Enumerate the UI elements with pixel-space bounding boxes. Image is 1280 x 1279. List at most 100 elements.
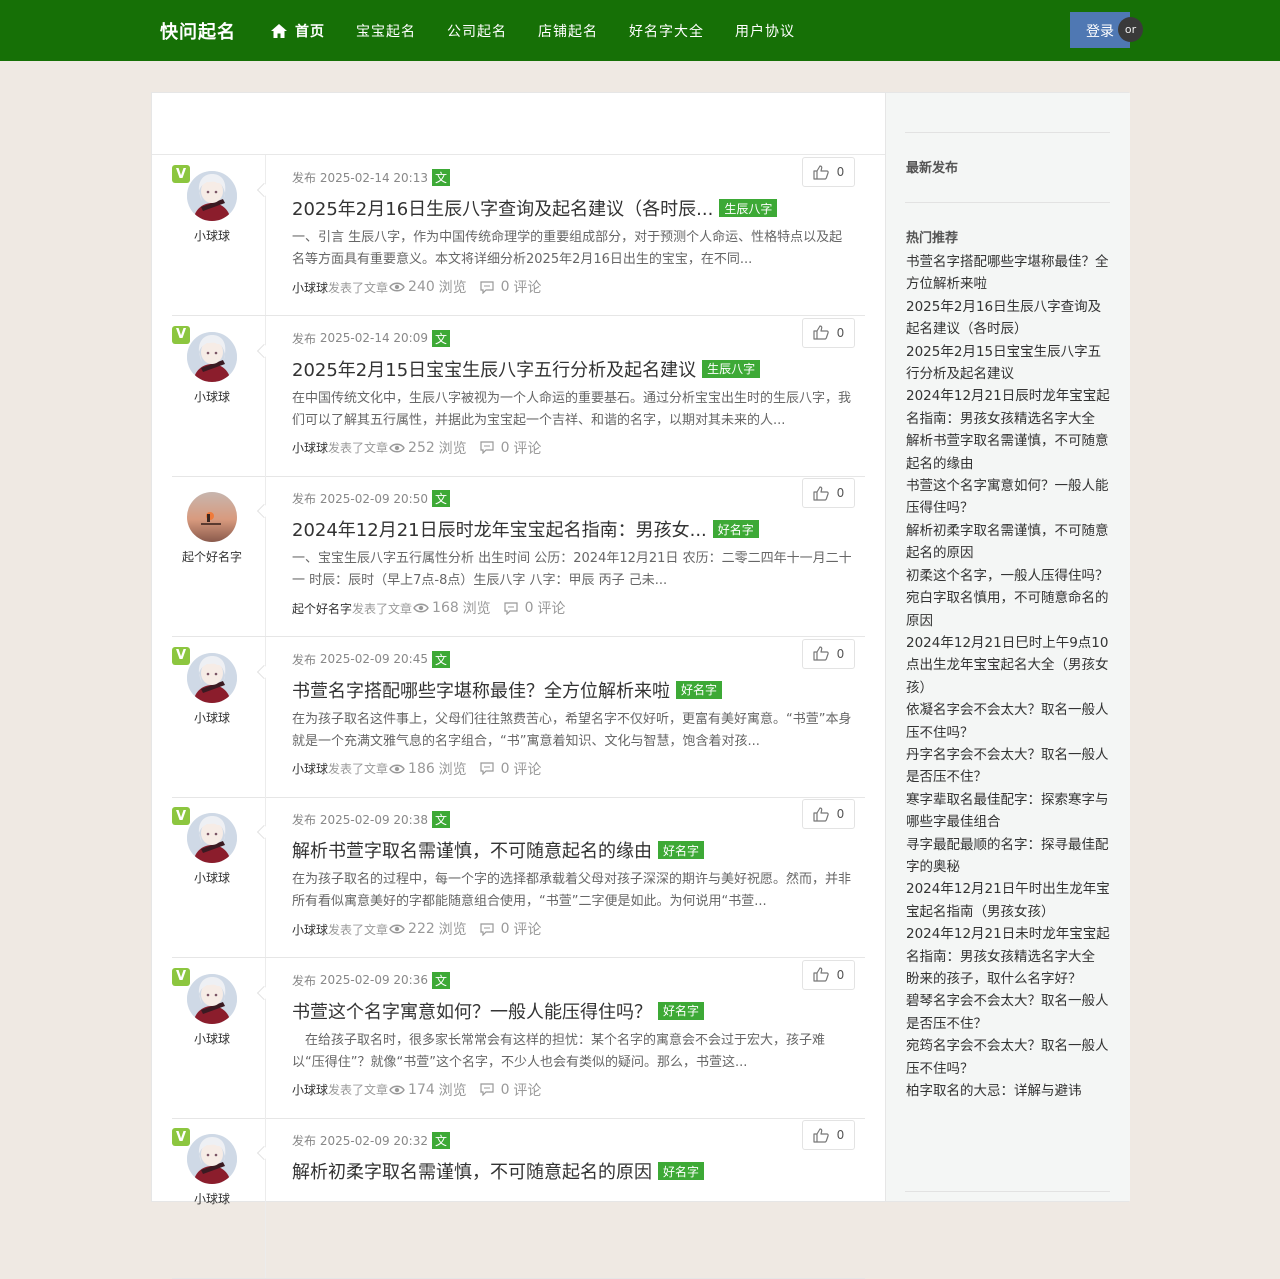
hot-item[interactable]: 宛白字取名慎用，不可随意命名的原因 xyxy=(906,587,1112,632)
post-title[interactable]: 解析书萱字取名需谨慎，不可随意起名的缘由 好名字 xyxy=(292,837,705,863)
published-label: 发表了文章 xyxy=(328,762,389,776)
footer-author[interactable]: 小球球 xyxy=(292,439,328,456)
author-name[interactable]: 小球球 xyxy=(172,869,252,886)
comment-count: 0 xyxy=(500,439,510,456)
avatar[interactable] xyxy=(187,813,237,863)
post-excerpt: 在中国传统文化中，生辰八字被视为一个人命运的重要基石。通过分析宝宝出生时的生辰八… xyxy=(292,390,852,428)
hot-item[interactable]: 2024年12月21日辰时龙年宝宝起名指南：男孩女孩精选名字大全 xyxy=(906,385,1112,430)
hot-item[interactable]: 解析书萱字取名需谨慎，不可随意起名的缘由 xyxy=(906,430,1112,475)
author-name[interactable]: 小球球 xyxy=(172,1190,252,1207)
category-tag[interactable]: 好名字 xyxy=(658,841,705,859)
timeline-arrow xyxy=(256,343,272,358)
site-logo[interactable]: 快问起名 xyxy=(160,18,236,44)
avatar[interactable] xyxy=(187,652,237,703)
nav-shop-naming[interactable]: 店铺起名 xyxy=(538,21,598,41)
avatar[interactable] xyxy=(187,973,237,1024)
hot-item[interactable]: 2024年12月21日午时出生龙年宝宝起名指南（男孩女孩） xyxy=(906,878,1112,923)
avatar[interactable] xyxy=(187,171,237,221)
post-excerpt: 在给孩子取名时，很多家长常常会有这样的担忧：某个名字的寓意会不会过于宏大，孩子难… xyxy=(292,1032,826,1070)
footer-author[interactable]: 小球球 xyxy=(292,760,328,777)
footer-author[interactable]: 起个好名字 xyxy=(292,600,352,617)
hot-item[interactable]: 寒字辈取名最佳配字：探索寒字与哪些字最佳组合 xyxy=(906,789,1112,834)
nav-good-names[interactable]: 好名字大全 xyxy=(629,21,704,41)
post-footer: 小球球 发表了文章 252 浏览 0 评论 xyxy=(292,438,541,458)
content-container: V 小球球 发布 2025-02-14 20:13 文 2025年2月16日生辰… xyxy=(151,92,1130,1279)
post-title[interactable]: 2025年2月15日宝宝生辰八字五行分析及起名建议 生辰八字 xyxy=(292,356,761,382)
hot-item[interactable]: 柏字取名的大忌：详解与避讳 xyxy=(906,1080,1112,1102)
avatar[interactable] xyxy=(187,1134,237,1184)
like-button[interactable]: 0 xyxy=(802,317,855,348)
author-name[interactable]: 小球球 xyxy=(172,1030,252,1047)
comment-count: 0 xyxy=(500,921,510,937)
footer-author[interactable]: 小球球 xyxy=(292,921,328,938)
hot-item[interactable]: 2025年2月16日生辰八字查询及起名建议（各时辰） xyxy=(906,296,1112,341)
hot-item[interactable]: 书萱这个名字寓意如何？一般人能压得住吗？ xyxy=(906,475,1112,520)
author-name[interactable]: 小球球 xyxy=(172,709,252,726)
view-count: 252 xyxy=(408,439,435,456)
post-title[interactable]: 2025年2月16日生辰八字查询及起名建议（各时辰... 生辰八字 xyxy=(292,195,778,221)
hot-heading: 热门推荐 xyxy=(906,231,959,246)
view-suffix: 浏览 xyxy=(438,761,467,778)
nav-user-agreement[interactable]: 用户协议 xyxy=(735,21,795,41)
published-label: 发表了文章 xyxy=(328,441,389,455)
footer-author[interactable]: 小球球 xyxy=(292,1081,328,1098)
thumbs-up-icon xyxy=(813,967,829,982)
post-title[interactable]: 解析初柔字取名需谨慎，不可随意起名的原因 好名字 xyxy=(292,1158,705,1184)
publish-prefix: 发布 xyxy=(292,171,317,185)
sidebar-divider xyxy=(905,1191,1110,1192)
published-label: 发表了文章 xyxy=(328,280,389,295)
hot-item[interactable]: 碧琴名字会不会太大？取名一般人是否压不住？ xyxy=(906,990,1112,1035)
like-button[interactable]: 0 xyxy=(802,959,855,990)
post-title[interactable]: 书萱名字搭配哪些字堪称最佳？全方位解析来啦 好名字 xyxy=(292,677,723,703)
comment-icon xyxy=(479,922,494,936)
post-meta: 发布 2025-02-14 20:09 文 xyxy=(292,329,450,347)
nav-baby-naming[interactable]: 宝宝起名 xyxy=(356,21,416,41)
hot-item[interactable]: 2024年12月21日巳时上午9点10点出生龙年宝宝起名大全（男孩女孩） xyxy=(906,632,1112,699)
author-name[interactable]: 小球球 xyxy=(172,227,252,244)
hot-list: 书萱名字搭配哪些字堪称最佳？全方位解析来啦 2025年2月16日生辰八字查询及起名… xyxy=(906,251,1112,1102)
category-tag[interactable]: 生辰八字 xyxy=(719,199,778,217)
avatar[interactable] xyxy=(187,331,237,382)
hot-item[interactable]: 书萱名字搭配哪些字堪称最佳？全方位解析来啦 xyxy=(906,251,1112,296)
category-tag[interactable]: 好名字 xyxy=(676,680,723,699)
post-list: V 小球球 发布 2025-02-14 20:13 文 2025年2月16日生辰… xyxy=(152,93,885,1279)
thumbs-up-icon xyxy=(813,325,829,340)
category-tag[interactable]: 生辰八字 xyxy=(702,359,761,378)
verified-badge: V xyxy=(172,807,190,825)
category-tag[interactable]: 好名字 xyxy=(658,1001,705,1020)
hot-item[interactable]: 盼来的孩子，取什么名字好？ xyxy=(906,968,1112,990)
hot-item[interactable]: 2025年2月15日宝宝生辰八字五行分析及起名建议 xyxy=(906,341,1112,386)
post-title[interactable]: 2024年12月21日辰时龙年宝宝起名指南：男孩女... 好名字 xyxy=(292,516,759,542)
nav-home[interactable]: 首页 xyxy=(270,21,325,41)
post-title[interactable]: 书萱这个名字寓意如何？一般人能压得住吗？ 好名字 xyxy=(292,998,705,1024)
post-date: 2025-02-09 20:50 xyxy=(319,491,428,506)
hot-item[interactable]: 丹字名字会不会太大？取名一般人是否压不住？ xyxy=(906,744,1112,789)
avatar[interactable] xyxy=(187,492,237,542)
author-name[interactable]: 起个好名字 xyxy=(172,548,252,565)
category-tag[interactable]: 好名字 xyxy=(712,520,759,538)
hot-item[interactable]: 依凝名字会不会太大？取名一般人压不住吗？ xyxy=(906,699,1112,744)
comment-suffix: 评论 xyxy=(537,601,566,617)
footer-author[interactable]: 小球球 xyxy=(292,279,328,296)
hot-item[interactable]: 寻字最配最顺的名字：探寻最佳配字的奥秘 xyxy=(906,834,1112,879)
timeline-arrow xyxy=(256,1145,272,1161)
like-button[interactable]: 0 xyxy=(802,157,855,187)
hot-item[interactable]: 2024年12月21日未时龙年宝宝起名指南：男孩女孩精选名字大全 xyxy=(906,923,1112,968)
like-button[interactable]: 0 xyxy=(802,1120,855,1150)
verified-badge: V xyxy=(172,325,190,344)
post-footer: 小球球 发表了文章 174 浏览 0 评论 xyxy=(292,1080,541,1100)
like-button[interactable]: 0 xyxy=(802,799,855,829)
like-button[interactable]: 0 xyxy=(802,638,855,669)
category-tag[interactable]: 好名字 xyxy=(658,1162,705,1180)
nav-company-naming[interactable]: 公司起名 xyxy=(447,21,507,41)
hot-item[interactable]: 初柔这个名字，一般人压得住吗？ xyxy=(906,565,1112,587)
hot-item[interactable]: 解析初柔字取名需谨慎，不可随意起名的原因 xyxy=(906,520,1112,565)
timeline-line xyxy=(265,155,266,315)
article-type-badge: 文 xyxy=(431,650,450,668)
timeline-arrow xyxy=(256,503,272,519)
eye-icon xyxy=(389,443,405,452)
hot-item[interactable]: 宛筠名字会不会太大？取名一般人压不住吗？ xyxy=(906,1035,1112,1080)
like-button[interactable]: 0 xyxy=(802,478,855,508)
eye-icon xyxy=(389,764,405,773)
author-name[interactable]: 小球球 xyxy=(172,388,252,405)
